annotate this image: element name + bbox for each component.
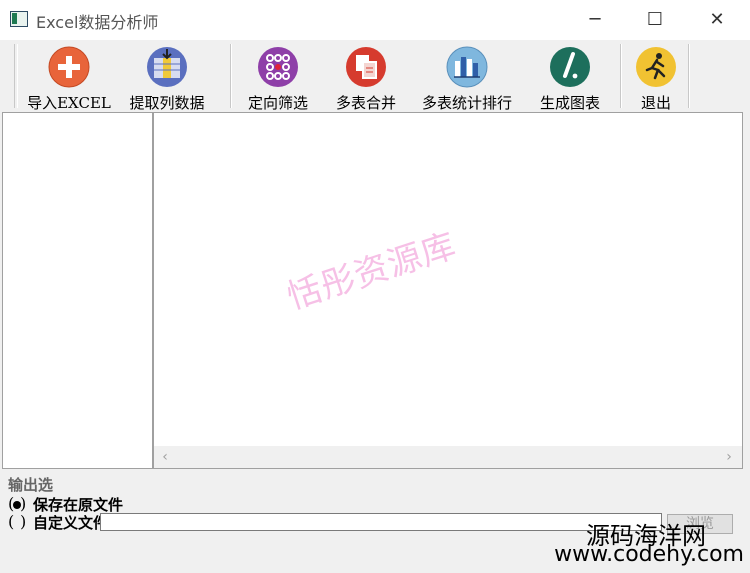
radio-custom-file-label: 自定义文件 bbox=[33, 514, 107, 532]
minimize-button[interactable]: ─ bbox=[572, 0, 618, 40]
exit-label: 退出 bbox=[640, 94, 671, 112]
window-title: Excel数据分析师 bbox=[36, 13, 159, 32]
filter-dots-icon bbox=[258, 47, 298, 87]
extract-column-icon bbox=[147, 47, 187, 87]
bar-ranking-icon bbox=[446, 46, 488, 88]
directed-filter-button[interactable]: 定向筛选 bbox=[240, 44, 316, 112]
site-watermark-url: www.codehy.com bbox=[554, 542, 744, 567]
toolbar-separator bbox=[688, 44, 690, 108]
custom-path-input[interactable] bbox=[100, 513, 662, 531]
scroll-left-icon[interactable]: ‹ bbox=[156, 448, 174, 466]
multi-table-ranking-label: 多表统计排行 bbox=[421, 94, 512, 112]
chart-pen-icon bbox=[550, 47, 590, 87]
directed-filter-label: 定向筛选 bbox=[247, 94, 308, 112]
toolbar-separator bbox=[620, 44, 622, 108]
plus-icon bbox=[48, 46, 90, 88]
toolbar-separator bbox=[230, 44, 232, 108]
merge-tables-button[interactable]: 多表合并 bbox=[328, 44, 404, 112]
scroll-right-icon[interactable]: › bbox=[720, 448, 738, 466]
data-grid-panel[interactable]: ‹ › bbox=[153, 112, 743, 469]
running-man-icon bbox=[636, 47, 676, 87]
sheet-list-panel[interactable] bbox=[2, 112, 153, 469]
horizontal-scrollbar[interactable]: ‹ › bbox=[154, 446, 742, 468]
toolbar-grip[interactable] bbox=[14, 44, 18, 108]
radio-selected-icon[interactable]: ( ) bbox=[8, 494, 26, 513]
merge-tables-icon bbox=[346, 47, 386, 87]
generate-chart-button[interactable]: 生成图表 bbox=[532, 44, 608, 112]
app-icon bbox=[10, 11, 28, 27]
title-bar: Excel数据分析师 ─ ☐ ✕ bbox=[0, 0, 750, 40]
radio-unselected-icon[interactable]: ( ) bbox=[8, 512, 26, 531]
output-options-legend: 输出选 bbox=[8, 476, 54, 494]
maximize-button[interactable]: ☐ bbox=[632, 0, 678, 40]
radio-custom-file[interactable]: ( ) 自定义文件 bbox=[8, 512, 107, 532]
import-excel-label: 导入EXCEL bbox=[27, 94, 111, 112]
import-excel-button[interactable]: 导入EXCEL bbox=[26, 44, 112, 112]
radio-save-original[interactable]: ( ) 保存在原文件 bbox=[8, 494, 125, 514]
merge-tables-label: 多表合并 bbox=[335, 94, 396, 112]
multi-table-ranking-button[interactable]: 多表统计排行 bbox=[414, 44, 520, 112]
generate-chart-label: 生成图表 bbox=[539, 94, 600, 112]
extract-column-button[interactable]: 提取列数据 bbox=[124, 44, 210, 112]
exit-button[interactable]: 退出 bbox=[630, 44, 682, 112]
close-button[interactable]: ✕ bbox=[694, 0, 740, 40]
extract-column-label: 提取列数据 bbox=[129, 94, 205, 112]
